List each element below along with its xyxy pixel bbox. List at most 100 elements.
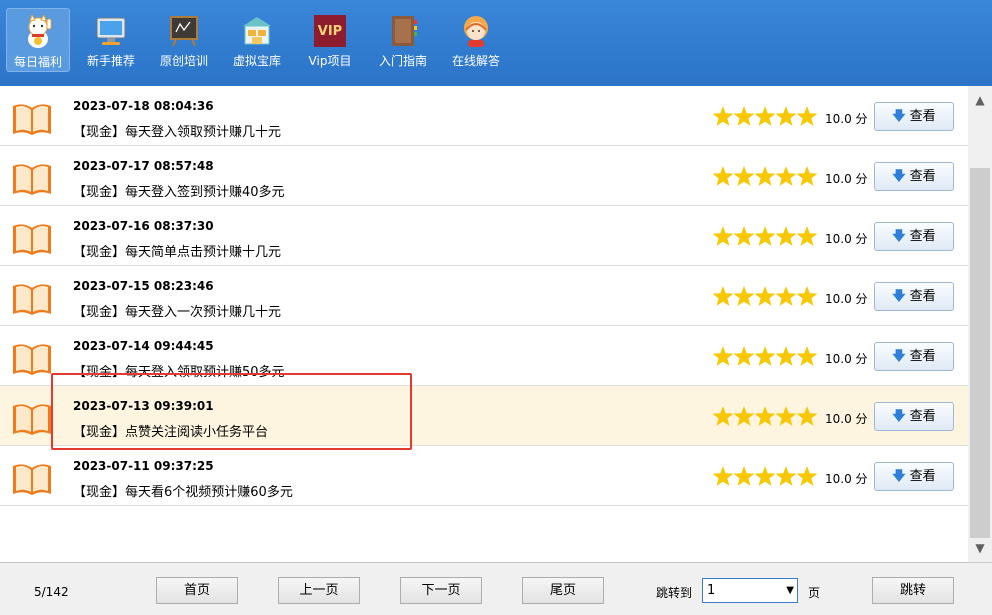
book-icon bbox=[392, 16, 417, 46]
star-icon bbox=[712, 106, 734, 126]
view-button[interactable]: 🡇 查看 bbox=[874, 282, 954, 311]
star-icon bbox=[733, 406, 755, 426]
download-arrow-icon: 🡇 bbox=[892, 229, 906, 244]
star-icon bbox=[796, 226, 818, 246]
toolbar-item-virtual-store[interactable]: 虚拟宝库 bbox=[225, 8, 289, 72]
item-title[interactable]: 【现金】每天登入领取预计赚几十元 bbox=[73, 121, 281, 140]
monitor-icon bbox=[96, 17, 126, 45]
open-book-icon bbox=[13, 404, 51, 435]
view-button-label: 查看 bbox=[909, 409, 936, 424]
star-icon bbox=[712, 346, 734, 366]
view-button[interactable]: 🡇 查看 bbox=[874, 462, 954, 491]
item-title[interactable]: 【现金】每天简单点击预计赚十几元 bbox=[73, 241, 281, 260]
star-icon bbox=[733, 166, 755, 186]
list-item: 2023-07-17 08:57:48 【现金】每天登入签到预计赚40多元 10… bbox=[0, 146, 968, 206]
list-item: 2023-07-18 08:04:36 【现金】每天登入领取预计赚几十元 10.… bbox=[0, 86, 968, 146]
download-arrow-icon: 🡇 bbox=[892, 289, 906, 304]
item-score: 10.0 分 bbox=[825, 412, 868, 426]
toolbar-item-beginner[interactable]: 新手推荐 bbox=[79, 8, 143, 72]
item-title[interactable]: 【现金】每天看6个视频预计赚60多元 bbox=[73, 481, 293, 500]
star-icon bbox=[754, 286, 776, 306]
store-icon bbox=[243, 17, 271, 45]
download-arrow-icon: 🡇 bbox=[892, 109, 906, 124]
scroll-up-arrow-icon[interactable]: ▲ bbox=[968, 90, 992, 110]
star-icon bbox=[775, 466, 797, 486]
download-arrow-icon: 🡇 bbox=[892, 409, 906, 424]
scroll-down-arrow-icon[interactable]: ▼ bbox=[968, 538, 992, 558]
prev-page-button[interactable]: 上一页 bbox=[278, 577, 360, 604]
vip-badge-text: VIP bbox=[317, 24, 343, 39]
view-button[interactable]: 🡇 查看 bbox=[874, 222, 954, 251]
item-score: 10.0 分 bbox=[825, 232, 868, 246]
toolbar-item-label: 虚拟宝库 bbox=[232, 54, 281, 68]
next-page-button[interactable]: 下一页 bbox=[400, 577, 482, 604]
toolbar-item-online-help[interactable]: 在线解答 bbox=[444, 8, 508, 72]
article-list: 2023-07-18 08:04:36 【现金】每天登入领取预计赚几十元 10.… bbox=[0, 86, 968, 562]
first-page-button[interactable]: 首页 bbox=[156, 577, 238, 604]
item-title[interactable]: 【现金】每天登入一次预计赚几十元 bbox=[73, 301, 281, 320]
view-button-label: 查看 bbox=[909, 109, 936, 124]
star-icon bbox=[754, 166, 776, 186]
star-icon bbox=[712, 226, 734, 246]
item-score: 10.0 分 bbox=[825, 472, 868, 486]
star-icon bbox=[796, 166, 818, 186]
jump-button[interactable]: 跳转 bbox=[872, 577, 954, 604]
toolbar-item-vip[interactable]: VIP Vip项目 bbox=[298, 8, 362, 72]
star-icon bbox=[712, 466, 734, 486]
rating-stars bbox=[712, 106, 818, 126]
item-date: 2023-07-18 08:04:36 bbox=[73, 99, 214, 113]
view-button-label: 查看 bbox=[909, 229, 936, 244]
page-select[interactable]: 1 ▼ bbox=[702, 578, 798, 603]
vertical-scrollbar[interactable]: ▲ ▼ bbox=[968, 86, 992, 562]
toolbar-item-daily-welfare[interactable]: 每日福利 bbox=[6, 8, 70, 72]
open-book-icon bbox=[13, 344, 51, 375]
view-button[interactable]: 🡇 查看 bbox=[874, 102, 954, 131]
item-date: 2023-07-11 09:37:25 bbox=[73, 459, 214, 473]
item-score: 10.0 分 bbox=[825, 172, 868, 186]
annotation-highlight-box bbox=[51, 373, 412, 450]
star-icon bbox=[796, 106, 818, 126]
item-score: 10.0 分 bbox=[825, 112, 868, 126]
star-icon bbox=[754, 346, 776, 366]
star-icon bbox=[733, 226, 755, 246]
rating-stars bbox=[712, 466, 818, 486]
item-date: 2023-07-14 09:44:45 bbox=[73, 339, 214, 353]
lucky-cat-icon bbox=[28, 15, 52, 48]
star-icon bbox=[754, 226, 776, 246]
star-icon bbox=[775, 106, 797, 126]
last-page-button[interactable]: 尾页 bbox=[522, 577, 604, 604]
view-button[interactable]: 🡇 查看 bbox=[874, 162, 954, 191]
download-arrow-icon: 🡇 bbox=[892, 349, 906, 364]
star-icon bbox=[712, 406, 734, 426]
star-icon bbox=[754, 466, 776, 486]
open-book-icon bbox=[13, 224, 51, 255]
toolbar-item-guide[interactable]: 入门指南 bbox=[371, 8, 435, 72]
item-score: 10.0 分 bbox=[825, 352, 868, 366]
view-button-label: 查看 bbox=[909, 289, 936, 304]
view-button-label: 查看 bbox=[909, 349, 936, 364]
list-item: 2023-07-11 09:37:25 【现金】每天看6个视频预计赚60多元 1… bbox=[0, 446, 968, 506]
item-score: 10.0 分 bbox=[825, 292, 868, 306]
toolbar-item-label: Vip项目 bbox=[308, 54, 352, 68]
scrollbar-thumb[interactable] bbox=[970, 168, 990, 538]
star-icon bbox=[733, 346, 755, 366]
dropdown-caret-icon: ▼ bbox=[786, 585, 794, 596]
open-book-icon bbox=[13, 284, 51, 315]
star-icon bbox=[796, 466, 818, 486]
rating-stars bbox=[712, 166, 818, 186]
view-button[interactable]: 🡇 查看 bbox=[874, 402, 954, 431]
list-item: 2023-07-15 08:23:46 【现金】每天登入一次预计赚几十元 10.… bbox=[0, 266, 968, 326]
star-icon bbox=[775, 166, 797, 186]
toolbar-item-training[interactable]: 原创培训 bbox=[152, 8, 216, 72]
view-button[interactable]: 🡇 查看 bbox=[874, 342, 954, 371]
item-date: 2023-07-15 08:23:46 bbox=[73, 279, 214, 293]
star-icon bbox=[775, 346, 797, 366]
star-icon bbox=[754, 106, 776, 126]
blackboard-icon bbox=[170, 16, 198, 47]
item-title[interactable]: 【现金】每天登入签到预计赚40多元 bbox=[73, 181, 285, 200]
rating-stars bbox=[712, 286, 818, 306]
open-book-icon bbox=[13, 464, 51, 495]
page-unit-label: 页 bbox=[808, 586, 821, 600]
page-select-value: 1 bbox=[707, 583, 716, 598]
item-date: 2023-07-16 08:37:30 bbox=[73, 219, 214, 233]
